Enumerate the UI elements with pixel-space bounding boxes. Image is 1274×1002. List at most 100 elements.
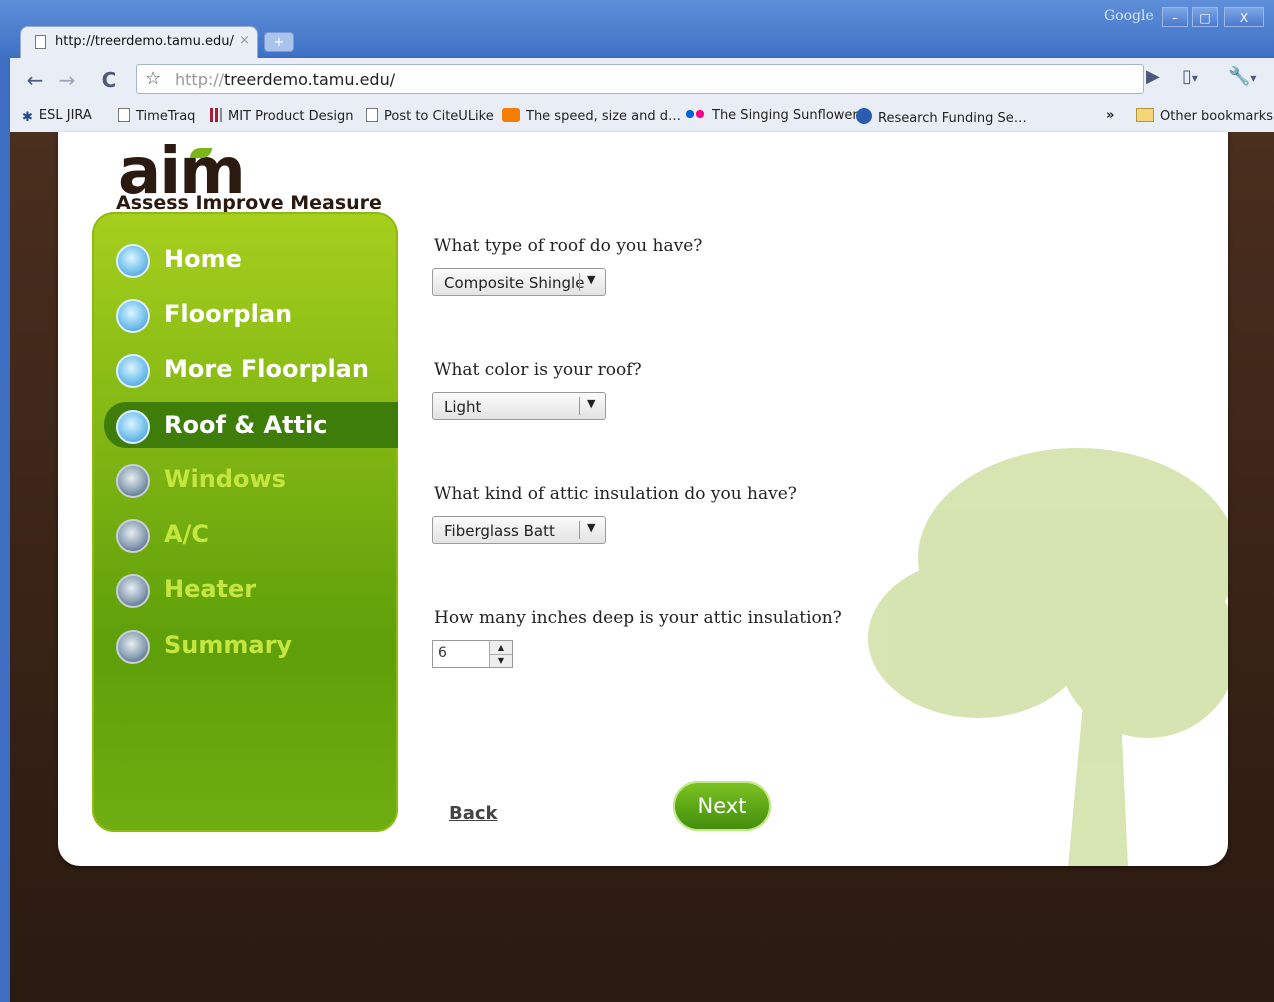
divider bbox=[579, 397, 580, 415]
bookmark-citeulike[interactable]: Post to CiteULike bbox=[366, 108, 494, 124]
wrench-menu-button[interactable]: 🔧▾ bbox=[1228, 66, 1256, 87]
nav-label: Roof & Attic bbox=[164, 411, 328, 439]
insulation-type-select[interactable]: Fiberglass Batt ▼ bbox=[432, 516, 606, 544]
insulation-type-question: What kind of attic insulation do you hav… bbox=[434, 484, 797, 504]
nav-item-floorplan[interactable]: Floorplan bbox=[92, 291, 398, 337]
roof-color-select[interactable]: Light ▼ bbox=[432, 392, 606, 420]
sidebar-nav: Home Floorplan More Floorplan Roof & Att… bbox=[92, 212, 398, 832]
page-icon bbox=[118, 108, 130, 122]
reload-icon[interactable]: C bbox=[94, 66, 124, 94]
forward-arrow-icon[interactable]: → bbox=[52, 66, 82, 94]
nav-item-ac[interactable]: A/C bbox=[92, 511, 398, 557]
next-button[interactable]: Next bbox=[673, 781, 771, 831]
google-label: Google bbox=[1104, 8, 1154, 24]
bookmarks-overflow-chevron[interactable]: » bbox=[1106, 108, 1114, 123]
bookmark-star-icon[interactable]: ☆ bbox=[145, 68, 161, 89]
url-text[interactable]: http://treerdemo.tamu.edu/ bbox=[175, 70, 395, 89]
nav-label: Summary bbox=[164, 631, 293, 659]
wrench-icon: 🔧 bbox=[1228, 66, 1251, 87]
insulation-depth-question: How many inches deep is your attic insul… bbox=[434, 608, 842, 628]
page-icon: ▯ bbox=[1182, 66, 1192, 87]
logo-tagline: Assess Improve Measure bbox=[116, 192, 382, 214]
decrement-arrow-icon[interactable]: ▼ bbox=[490, 654, 512, 667]
bookmark-label: TimeTraq bbox=[136, 109, 196, 124]
bookmark-label: The speed, size and d… bbox=[526, 109, 682, 124]
blogger-icon bbox=[502, 108, 520, 122]
jira-icon: ✱ bbox=[22, 110, 33, 125]
mit-icon bbox=[210, 108, 222, 122]
bookmark-research-funding[interactable]: Research Funding Se… bbox=[856, 108, 1027, 126]
completed-orb-icon bbox=[116, 354, 150, 388]
title-bar: Google – □ X http://treerdemo.tamu.edu/ … bbox=[0, 0, 1274, 58]
nav-label: Windows bbox=[164, 465, 286, 493]
pending-orb-icon bbox=[116, 464, 150, 498]
nav-label: A/C bbox=[164, 520, 209, 548]
maximize-button[interactable]: □ bbox=[1192, 7, 1218, 27]
tree-illustration bbox=[868, 448, 1228, 866]
url-scheme: http:// bbox=[175, 70, 225, 89]
page-menu-button[interactable]: ▯▾ bbox=[1182, 66, 1198, 87]
back-link[interactable]: Back bbox=[449, 803, 498, 824]
completed-orb-icon bbox=[116, 244, 150, 278]
nav-label: Heater bbox=[164, 575, 257, 603]
pending-orb-icon bbox=[116, 519, 150, 553]
browser-tab[interactable]: http://treerdemo.tamu.edu/ × bbox=[20, 26, 258, 58]
bookmark-esl-jira[interactable]: ✱ ESL JIRA bbox=[22, 108, 92, 125]
nav-item-roof-attic[interactable]: Roof & Attic bbox=[104, 402, 398, 448]
address-bar[interactable]: ☆ http://treerdemo.tamu.edu/ bbox=[136, 64, 1144, 94]
nav-label: Home bbox=[164, 245, 242, 273]
page-icon bbox=[366, 108, 378, 122]
dropdown-arrow-icon: ▼ bbox=[587, 521, 596, 534]
dropdown-arrow-icon: ▼ bbox=[587, 397, 596, 410]
page-icon bbox=[35, 35, 46, 49]
info-icon bbox=[856, 108, 872, 124]
select-value: Composite Shingle bbox=[444, 274, 585, 292]
browser-toolbar: ← → C ☆ http://treerdemo.tamu.edu/ ▶ ▯▾ … bbox=[10, 58, 1274, 132]
back-arrow-icon[interactable]: ← bbox=[20, 66, 50, 94]
close-window-button[interactable]: X bbox=[1224, 7, 1264, 27]
insulation-depth-stepper[interactable]: 6 ▲ ▼ bbox=[432, 640, 513, 668]
stepper-value: 6 bbox=[438, 645, 447, 661]
select-value: Light bbox=[444, 398, 482, 416]
other-bookmarks-label: Other bookmarks bbox=[1160, 109, 1274, 124]
bookmark-label: MIT Product Design bbox=[228, 109, 354, 124]
dropdown-arrow-icon: ▼ bbox=[587, 273, 596, 286]
bookmark-singing-sunflower[interactable]: The Singing Sunflower bbox=[686, 108, 858, 123]
chevron-down-icon: ▾ bbox=[1250, 71, 1257, 85]
divider bbox=[579, 521, 580, 539]
roof-type-select[interactable]: Composite Shingle ▼ bbox=[432, 268, 606, 296]
nav-label: Floorplan bbox=[164, 300, 293, 328]
select-value: Fiberglass Batt bbox=[444, 522, 555, 540]
nav-item-heater[interactable]: Heater bbox=[92, 566, 398, 612]
go-icon[interactable]: ▶ bbox=[1146, 66, 1160, 87]
nav-item-home[interactable]: Home bbox=[92, 236, 398, 282]
increment-arrow-icon[interactable]: ▲ bbox=[490, 641, 512, 655]
bookmark-speed-size[interactable]: The speed, size and d… bbox=[502, 108, 681, 124]
stepper-buttons: ▲ ▼ bbox=[489, 641, 512, 667]
nav-item-windows[interactable]: Windows bbox=[92, 456, 398, 502]
bookmark-label: Research Funding Se… bbox=[878, 111, 1027, 126]
bookmark-label: The Singing Sunflower bbox=[712, 108, 858, 123]
nav-label: More Floorplan bbox=[164, 355, 369, 383]
browser-window: Google – □ X http://treerdemo.tamu.edu/ … bbox=[0, 0, 1274, 1002]
bookmark-timetraq[interactable]: TimeTraq bbox=[118, 108, 195, 124]
bookmark-label: Post to CiteULike bbox=[384, 109, 494, 124]
new-tab-button[interactable]: + bbox=[264, 32, 294, 52]
folder-icon bbox=[1136, 108, 1154, 122]
active-orb-icon bbox=[116, 410, 150, 444]
bookmark-mit-product-design[interactable]: MIT Product Design bbox=[210, 108, 354, 124]
tab-close-icon[interactable]: × bbox=[239, 33, 250, 48]
minimize-button[interactable]: – bbox=[1162, 7, 1188, 27]
nav-item-more-floorplan[interactable]: More Floorplan bbox=[92, 346, 398, 392]
pending-orb-icon bbox=[116, 574, 150, 608]
pending-orb-icon bbox=[116, 630, 150, 664]
completed-orb-icon bbox=[116, 299, 150, 333]
other-bookmarks-folder[interactable]: Other bookmarks bbox=[1136, 108, 1273, 124]
tab-title: http://treerdemo.tamu.edu/ bbox=[55, 34, 234, 49]
bookmarks-bar: ✱ ESL JIRA TimeTraq MIT Product Design Po… bbox=[10, 102, 1274, 132]
roof-color-question: What color is your roof? bbox=[434, 360, 642, 380]
nav-item-summary[interactable]: Summary bbox=[92, 622, 398, 668]
chevron-down-icon: ▾ bbox=[1191, 71, 1198, 85]
roof-type-question: What type of roof do you have? bbox=[434, 236, 703, 256]
flickr-icon bbox=[686, 110, 706, 118]
